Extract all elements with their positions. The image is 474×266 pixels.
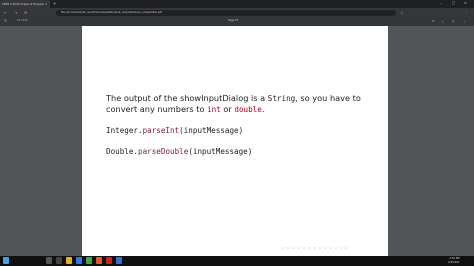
maximize-button[interactable]: □ [452,1,455,5]
print-icon[interactable]: ⎙ [452,19,454,23]
bookmark-star-icon[interactable]: ☆ [400,10,404,15]
new-tab-button[interactable]: + [53,1,56,6]
tab-title: CMPS 1 SP Principles of Program... [2,2,44,6]
pdf-page [82,26,388,256]
browser-menu-icon[interactable]: ⋮ [464,10,468,15]
beamer-navigation[interactable]: ◁ ▷ ◁ ▷ ◁ ▷ ◁ ▷ ◁ ▷ ∽ ◁ ▷ [282,246,349,250]
firefox-icon[interactable] [96,257,102,264]
address-text: file:///C:/Users/tyler_work/Downloads/06… [61,11,163,14]
start-icon[interactable] [3,257,9,264]
edge-icon[interactable] [76,257,82,264]
browser-tab[interactable]: CMPS 1 SP Principles of Program... × [0,0,50,8]
minimize-button[interactable]: – [440,1,442,5]
system-clock[interactable]: 2:24 PM 2/3/2021 [448,257,460,264]
chrome-icon[interactable] [86,257,92,264]
rotate-icon[interactable]: ↻ [432,19,435,23]
close-window-button[interactable]: × [464,1,467,5]
clock-date: 2/3/2021 [448,260,460,264]
code-parse-double: Double.parseDouble(inputMessage) [106,147,253,156]
reload-icon[interactable]: ⟳ [24,10,27,15]
code-parse-int: Integer.parseInt(inputMessage) [106,126,244,135]
search-icon[interactable] [46,257,52,264]
forward-icon[interactable]: → [14,10,17,15]
tab-close-icon[interactable]: × [45,2,48,6]
pdf-page-indicator[interactable]: 21 of 25 [17,19,28,22]
task-view-icon[interactable] [56,257,62,264]
download-icon[interactable]: ⤓ [442,19,443,23]
back-icon[interactable]: ← [4,10,7,15]
pdf-zoom-indicator[interactable]: Page fit [228,19,238,22]
word-icon[interactable] [116,257,122,264]
address-bar[interactable]: file:///C:/Users/tyler_work/Downloads/06… [56,9,396,16]
pdf-more-icon[interactable]: ⋮ [463,19,466,23]
pdf-menu-icon[interactable]: ☰ [4,19,7,23]
tab-strip [0,0,474,8]
slide-line-2: convert any numbers to int or double. [106,104,265,114]
slide-line-1: The output of the showInputDialog is a S… [106,93,361,103]
file-explorer-icon[interactable] [66,257,72,264]
recording-app-icon[interactable] [106,257,112,264]
